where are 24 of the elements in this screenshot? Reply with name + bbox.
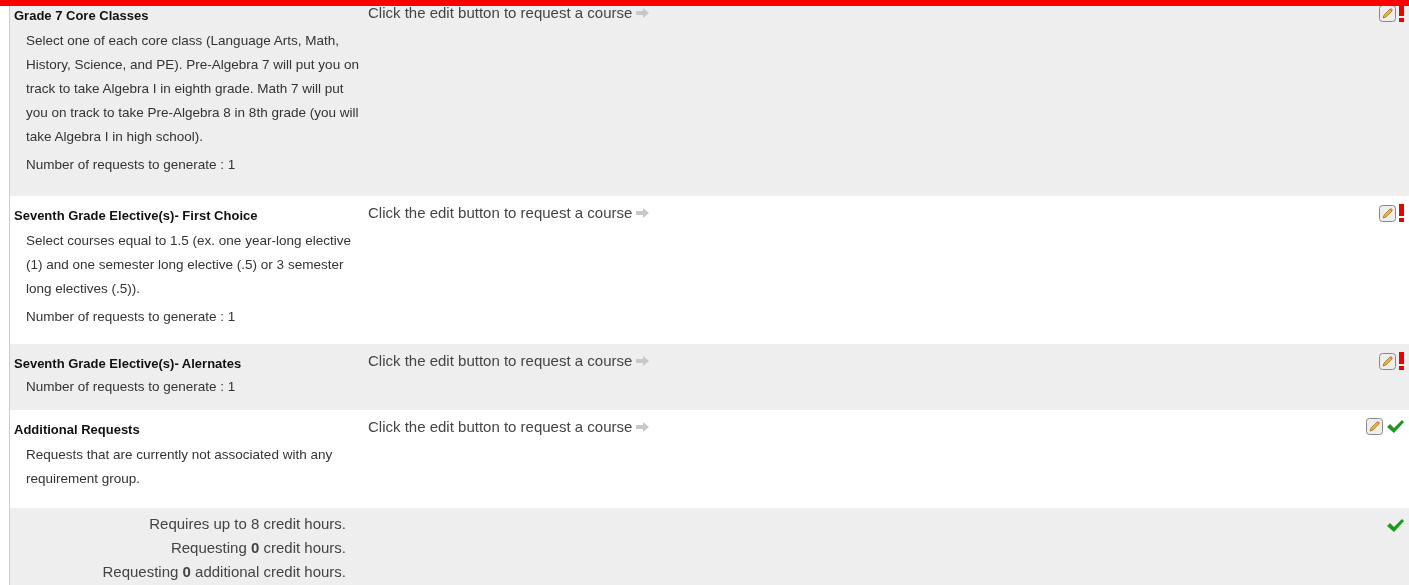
arrow-icon [636,207,650,218]
pencil-icon[interactable] [1379,204,1396,222]
request-count: Number of requests to generate : 1 [25,309,237,324]
group-title: Seventh Grade Elective(s)- First Choice [14,208,259,223]
credit-summary-line: Requesting 0 credit hours. [169,538,346,558]
pencil-icon[interactable] [1379,352,1396,370]
pencil-icon[interactable] [1366,418,1383,435]
credit-summary-line: Requesting 0 additional credit hours. [101,562,346,582]
edit-hint: Click the edit button to request a course [368,204,633,221]
request-count: Number of requests to generate : 1 [25,379,237,394]
arrow-icon [636,355,650,366]
edit-hint: Click the edit button to request a course [368,4,633,21]
group-description: Select courses equal to 1.5 (ex. one year-long elective (1) and one semester long elective (.5) or 3 semester long electives (.5)). [25,232,352,298]
group-title: Seventh Grade Elective(s)- Alernates [14,356,243,371]
group-description: Requests that are currently not associated with any requirement group. [25,446,334,488]
edit-hint: Click the edit button to request a course [368,418,633,435]
group-title: Grade 7 Core Classes [14,8,150,23]
edit-hint: Click the edit button to request a course [368,352,633,369]
group-description: Select one of each core class (Language Arts, Math, History, Science, and PE). Pre-Algebra 7 will put you on track to take Algebra I in eighth grade. Math 7 will put you on track to take Pre-Algebra 8 in 8th grade (you will take Algebra I in high school). [25,32,360,146]
request-count: Number of requests to generate : 1 [25,157,237,172]
group-title: Additional Requests [14,422,141,437]
arrow-icon [636,421,650,432]
credit-summary-line: Requires up to 8 credit hours. [148,514,346,534]
arrow-icon [636,7,650,18]
